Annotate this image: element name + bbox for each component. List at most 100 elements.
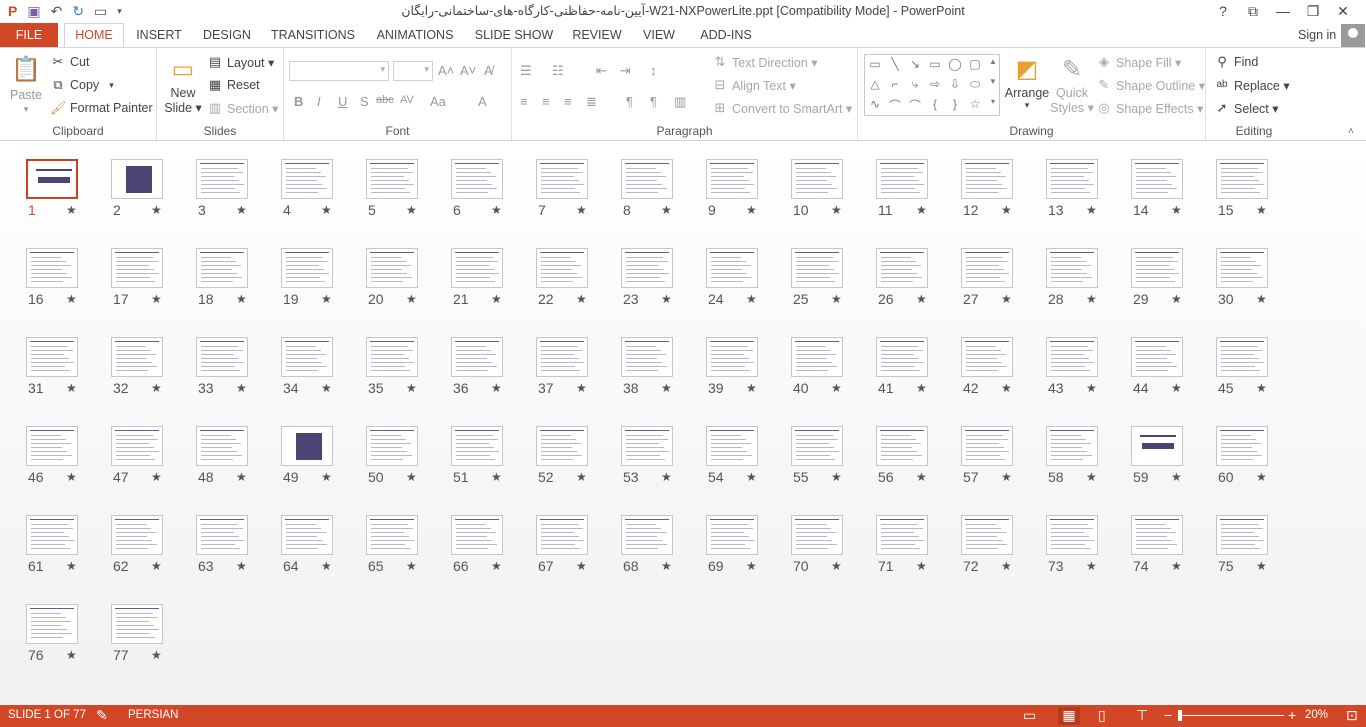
slide-thumbnail-32[interactable]: 32 ★ <box>111 337 163 396</box>
animation-star-icon[interactable]: ★ <box>151 559 162 573</box>
slide-thumbnail-14[interactable]: 14 ★ <box>1131 159 1183 218</box>
slide-preview[interactable] <box>366 515 418 555</box>
oval-shape-icon[interactable]: ◯ <box>947 57 963 71</box>
slide-preview[interactable] <box>366 426 418 466</box>
format-painter-button[interactable]: 🖌 Format Painter <box>50 100 153 116</box>
slide-thumbnail-20[interactable]: 20 ★ <box>366 248 418 307</box>
slide-preview[interactable] <box>791 337 843 377</box>
zoom-in-button[interactable]: + <box>1288 707 1296 723</box>
avatar[interactable] <box>1341 24 1365 48</box>
animation-star-icon[interactable]: ★ <box>321 470 332 484</box>
animation-star-icon[interactable]: ★ <box>746 381 757 395</box>
animation-star-icon[interactable]: ★ <box>1171 470 1182 484</box>
reading-view-icon[interactable]: ▯ <box>1098 707 1106 724</box>
new-slide-button[interactable]: ▭ New Slide ▾ <box>164 54 202 115</box>
tab-design[interactable]: DESIGN <box>201 23 253 48</box>
animation-star-icon[interactable]: ★ <box>1256 292 1267 306</box>
zoom-out-button[interactable]: − <box>1164 707 1172 723</box>
slide-thumbnail-77[interactable]: 77 ★ <box>111 604 163 663</box>
slide-preview[interactable] <box>196 515 248 555</box>
animation-star-icon[interactable]: ★ <box>66 292 77 306</box>
slide-preview[interactable] <box>111 426 163 466</box>
slide-preview[interactable] <box>366 159 418 199</box>
slide-preview[interactable] <box>281 248 333 288</box>
animation-star-icon[interactable]: ★ <box>831 381 842 395</box>
slide-preview[interactable] <box>621 248 673 288</box>
increase-indent-icon[interactable]: ⇥ <box>620 63 631 79</box>
slide-preview[interactable] <box>961 337 1013 377</box>
animation-star-icon[interactable]: ★ <box>406 381 417 395</box>
animation-star-icon[interactable]: ★ <box>1086 559 1097 573</box>
slide-thumbnail-45[interactable]: 45 ★ <box>1216 337 1268 396</box>
bullets-icon[interactable]: ☰ <box>520 63 532 79</box>
slide-thumbnail-10[interactable]: 10 ★ <box>791 159 843 218</box>
animation-star-icon[interactable]: ★ <box>236 381 247 395</box>
reset-button[interactable]: ▦ Reset <box>207 77 260 93</box>
animation-star-icon[interactable]: ★ <box>576 203 587 217</box>
slide-thumbnail-3[interactable]: 3 ★ <box>196 159 248 218</box>
slide-thumbnail-34[interactable]: 34 ★ <box>281 337 333 396</box>
down-arrow-shape-icon[interactable]: ⇩ <box>947 77 963 91</box>
slide-preview[interactable] <box>791 159 843 199</box>
animation-star-icon[interactable]: ★ <box>661 381 672 395</box>
slide-preview[interactable] <box>281 337 333 377</box>
slide-thumbnail-75[interactable]: 75 ★ <box>1216 515 1268 574</box>
slide-thumbnail-41[interactable]: 41 ★ <box>876 337 928 396</box>
slide-preview[interactable] <box>1131 337 1183 377</box>
slide-preview[interactable] <box>281 515 333 555</box>
slide-thumbnail-52[interactable]: 52 ★ <box>536 426 588 485</box>
animation-star-icon[interactable]: ★ <box>661 203 672 217</box>
animation-star-icon[interactable]: ★ <box>151 381 162 395</box>
strikethrough-icon[interactable]: abc <box>376 94 394 106</box>
spell-check-icon[interactable]: ✎ <box>96 707 108 724</box>
slide-preview[interactable] <box>111 604 163 644</box>
slide-thumbnail-74[interactable]: 74 ★ <box>1131 515 1183 574</box>
slide-thumbnail-31[interactable]: 31 ★ <box>26 337 78 396</box>
slide-thumbnail-17[interactable]: 17 ★ <box>111 248 163 307</box>
decrease-font-size-icon[interactable]: A˅ <box>460 63 476 78</box>
cut-button[interactable]: ✂ Cut <box>50 54 90 70</box>
slide-preview[interactable] <box>1131 426 1183 466</box>
slide-preview[interactable] <box>196 159 248 199</box>
slide-preview[interactable] <box>706 426 758 466</box>
slide-thumbnail-62[interactable]: 62 ★ <box>111 515 163 574</box>
right-brace-icon[interactable]: } <box>947 97 963 111</box>
slide-show-view-icon[interactable]: ⊤ <box>1136 707 1148 724</box>
animation-star-icon[interactable]: ★ <box>1001 470 1012 484</box>
animation-star-icon[interactable]: ★ <box>831 292 842 306</box>
animation-star-icon[interactable]: ★ <box>1171 381 1182 395</box>
animation-star-icon[interactable]: ★ <box>491 559 502 573</box>
star-shape-icon[interactable]: ☆ <box>967 97 983 111</box>
paste-button[interactable]: 📋 Paste ▾ <box>8 54 44 115</box>
slide-thumbnail-9[interactable]: 9 ★ <box>706 159 758 218</box>
align-right-icon[interactable]: ≡ <box>564 94 572 109</box>
slide-thumbnail-37[interactable]: 37 ★ <box>536 337 588 396</box>
slide-preview[interactable] <box>621 337 673 377</box>
slide-preview[interactable] <box>26 426 78 466</box>
slide-thumbnail-65[interactable]: 65 ★ <box>366 515 418 574</box>
tab-review[interactable]: REVIEW <box>571 23 623 48</box>
slide-preview[interactable] <box>1046 426 1098 466</box>
align-left-icon[interactable]: ≡ <box>520 94 528 109</box>
section-button[interactable]: ▥ Section ▾ <box>207 100 279 116</box>
slide-preview[interactable] <box>621 426 673 466</box>
animation-star-icon[interactable]: ★ <box>1001 292 1012 306</box>
character-spacing-icon[interactable]: AV <box>400 94 414 106</box>
curve-shape-icon[interactable]: ⌒ <box>887 97 903 114</box>
slide-thumbnail-24[interactable]: 24 ★ <box>706 248 758 307</box>
slide-preview[interactable] <box>1046 337 1098 377</box>
slide-thumbnail-60[interactable]: 60 ★ <box>1216 426 1268 485</box>
animation-star-icon[interactable]: ★ <box>746 559 757 573</box>
slide-preview[interactable] <box>111 515 163 555</box>
fit-to-window-icon[interactable]: ⊡ <box>1346 707 1358 724</box>
animation-star-icon[interactable]: ★ <box>406 203 417 217</box>
animation-star-icon[interactable]: ★ <box>236 559 247 573</box>
animation-star-icon[interactable]: ★ <box>236 203 247 217</box>
slide-preview[interactable] <box>536 159 588 199</box>
slide-thumbnail-53[interactable]: 53 ★ <box>621 426 673 485</box>
animation-star-icon[interactable]: ★ <box>66 648 77 662</box>
quick-styles-button[interactable]: ✎ Quick Styles ▾ <box>1050 54 1094 115</box>
slide-thumbnail-56[interactable]: 56 ★ <box>876 426 928 485</box>
slide-preview[interactable] <box>196 426 248 466</box>
slide-preview[interactable] <box>791 515 843 555</box>
